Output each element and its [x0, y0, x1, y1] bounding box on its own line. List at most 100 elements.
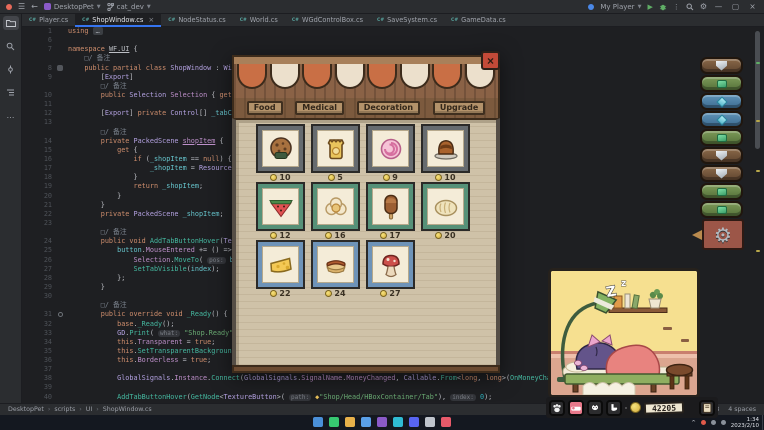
- tab-SaveSystem.cs[interactable]: C# SaveSystem.cs: [370, 14, 444, 26]
- side-tab-button-square[interactable]: [700, 201, 743, 218]
- code-text: }: [68, 173, 138, 182]
- assistant-icon[interactable]: [588, 3, 595, 10]
- taskbar-app-icon[interactable]: [425, 417, 435, 427]
- tray-status-icon[interactable]: [700, 420, 706, 425]
- side-tab-button-diamond[interactable]: [700, 111, 743, 128]
- shop-item-cream-puff[interactable]: [313, 184, 358, 229]
- line-number: 12: [43, 109, 52, 118]
- search-icon[interactable]: [3, 39, 19, 53]
- close-window-button[interactable]: ×: [747, 2, 758, 11]
- breadcrumb-item[interactable]: ShopWindow.cs: [103, 406, 152, 413]
- gear-machine[interactable]: ⚙: [692, 219, 744, 250]
- tab-World.cs[interactable]: C# World.cs: [233, 14, 285, 26]
- taskbar-app-icon[interactable]: [409, 417, 419, 427]
- hud-paw-button[interactable]: [549, 399, 565, 416]
- tab-label: World.cs: [249, 16, 278, 24]
- shop-item-bread[interactable]: [423, 184, 468, 229]
- breadcrumb-item[interactable]: UI: [86, 406, 92, 413]
- project-selector[interactable]: DesktopPet ▼: [43, 3, 101, 11]
- item-tile: [317, 188, 354, 225]
- search-icon[interactable]: [686, 3, 694, 11]
- side-tab-button-shield[interactable]: [700, 57, 743, 74]
- code-text: return _shopItem;: [133, 182, 204, 191]
- shop-tab-medical[interactable]: Medical: [295, 101, 345, 115]
- taskbar-app-icon[interactable]: [361, 417, 371, 427]
- hud-cat-button[interactable]: [587, 399, 603, 416]
- coin-icon: [270, 232, 278, 239]
- code-text: GD.Print( what: "Shop.Ready");: [117, 328, 242, 337]
- vcs-branch-selector[interactable]: cat_dev ▼: [106, 2, 151, 11]
- tray-expand-icon[interactable]: ^: [691, 420, 696, 426]
- game-room: Z z: [548, 268, 700, 398]
- debug-bug-icon[interactable]: [659, 3, 667, 11]
- shop-item-pudding[interactable]: [423, 126, 468, 171]
- tab-label: SaveSystem.cs: [387, 16, 438, 24]
- main-menu-icon[interactable]: ☰: [18, 2, 25, 11]
- override-gutter-icon[interactable]: [57, 312, 63, 318]
- taskbar-app-icon[interactable]: [393, 417, 403, 427]
- taskbar-app-icon[interactable]: [441, 417, 451, 427]
- shop-item-cookie[interactable]: [258, 126, 303, 171]
- side-tab-button-square[interactable]: [700, 129, 743, 146]
- gutter-icon-slot: [52, 374, 68, 383]
- more-actions-icon[interactable]: ⋮: [673, 3, 680, 11]
- line-number: 33: [43, 328, 52, 337]
- breadcrumb-item[interactable]: DesktopPet: [8, 406, 44, 413]
- bookmark-gutter-icon[interactable]: [57, 65, 63, 72]
- tab-close-icon[interactable]: ×: [148, 16, 154, 24]
- tab-WGdControlBox.cs[interactable]: C# WGdControlBox.cs: [285, 14, 370, 26]
- side-tab-button-square[interactable]: [700, 75, 743, 92]
- line-number: 25: [43, 246, 52, 255]
- breadcrumb-item[interactable]: scripts: [54, 406, 75, 413]
- shop-item-snack-bag[interactable]: [313, 126, 358, 171]
- shop-item-popsicle[interactable]: [368, 184, 413, 229]
- awning-scallop: [269, 64, 300, 89]
- taskbar-app-icon[interactable]: [313, 417, 323, 427]
- item-tile: [427, 130, 464, 167]
- tab-ShopWindow.cs[interactable]: C# ShopWindow.cs ×: [75, 14, 162, 27]
- breadcrumb[interactable]: DesktopPet › scripts › UI › ShopWindow.cs: [8, 406, 152, 413]
- project-folder-icon[interactable]: [2, 16, 19, 30]
- side-tab-button-shield[interactable]: [700, 165, 743, 182]
- shop-tab-upgrade[interactable]: Upgrade: [432, 101, 486, 115]
- status-segment[interactable]: 4 spaces: [728, 406, 756, 413]
- taskbar-clock[interactable]: 1:34 2023/2/10: [731, 417, 759, 429]
- maximize-button[interactable]: ▢: [730, 2, 741, 11]
- run-config-selector[interactable]: My Player ▼: [600, 3, 641, 11]
- shop-item-watermelon[interactable]: [258, 184, 303, 229]
- commit-icon[interactable]: [3, 62, 19, 76]
- side-tab-button-square[interactable]: [700, 183, 743, 200]
- shop-item-cheese[interactable]: [258, 242, 303, 287]
- tab-GameData.cs[interactable]: C# GameData.cs: [444, 14, 513, 26]
- shop-item-naruto[interactable]: [368, 126, 413, 171]
- tray-network-icon[interactable]: [710, 420, 716, 425]
- run-button[interactable]: ▶: [647, 3, 652, 11]
- scrollbar-thumb[interactable]: [755, 31, 760, 149]
- taskbar-app-icon[interactable]: [329, 417, 339, 427]
- shop-item-mushroom[interactable]: [368, 242, 413, 287]
- more-icon[interactable]: …: [3, 108, 19, 122]
- structure-icon[interactable]: [3, 85, 19, 99]
- back-icon[interactable]: ←: [31, 2, 38, 11]
- hud-bed-button[interactable]: [568, 399, 584, 416]
- shop-item-hotdog[interactable]: [313, 242, 358, 287]
- taskbar-app-icon[interactable]: [345, 417, 355, 427]
- journal-icon: [703, 402, 712, 413]
- settings-gear-icon[interactable]: ⚙: [700, 2, 707, 11]
- tray-volume-icon[interactable]: [720, 420, 726, 425]
- square-gem-icon: [716, 133, 727, 142]
- shop-tab-food[interactable]: Food: [246, 101, 283, 115]
- shop-close-button[interactable]: ×: [481, 51, 500, 70]
- price-value: 9: [392, 173, 398, 182]
- minimize-button[interactable]: —: [713, 2, 724, 11]
- square-gem-icon: [716, 205, 727, 214]
- side-tab-button-shield[interactable]: [700, 147, 743, 164]
- editor-scrollbar[interactable]: [754, 27, 762, 403]
- hud-toilet-button[interactable]: [606, 399, 622, 416]
- taskbar-app-icon[interactable]: [377, 417, 387, 427]
- side-tab-button-diamond[interactable]: [700, 93, 743, 110]
- shop-tab-decoration[interactable]: Decoration: [356, 101, 421, 115]
- tab-Player.cs[interactable]: C# Player.cs: [22, 14, 75, 26]
- tab-NodeStatus.cs[interactable]: C# NodeStatus.cs: [161, 14, 232, 26]
- hud-journal-button[interactable]: [699, 399, 715, 416]
